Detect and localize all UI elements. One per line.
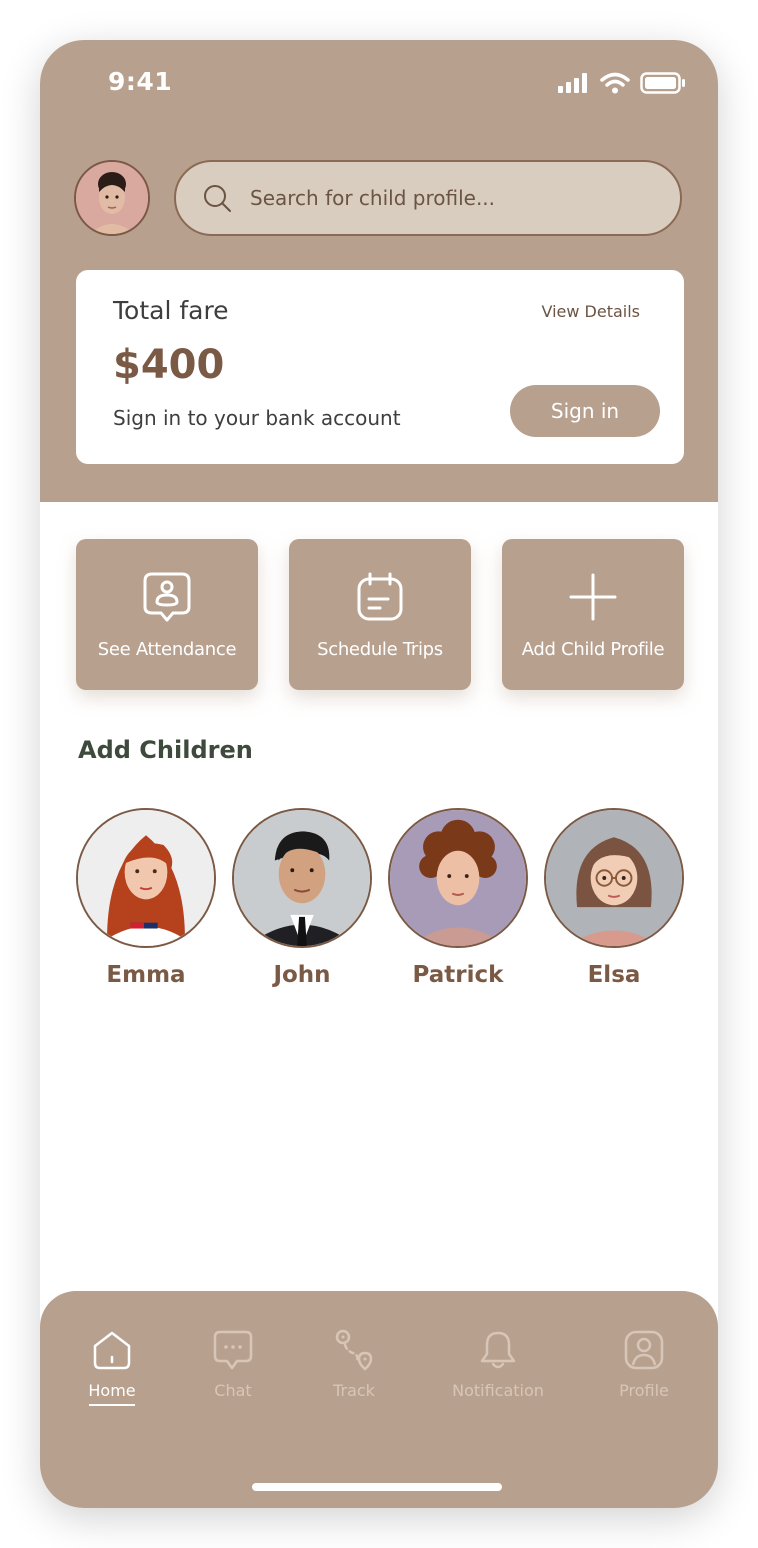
add-children-title: Add Children <box>78 736 253 764</box>
status-time: 9:41 <box>108 67 173 96</box>
home-icon <box>93 1331 131 1370</box>
home-indicator <box>252 1483 502 1491</box>
add-child-profile-label: Add Child Profile <box>521 639 665 660</box>
tab-home[interactable]: Home <box>86 1329 138 1406</box>
tab-profile-label: Profile <box>619 1381 669 1400</box>
bottom-tab-bar: Home Chat Track Notification Profile <box>40 1291 718 1508</box>
attendance-badge-icon <box>143 572 191 622</box>
see-attendance-label: See Attendance <box>97 639 237 660</box>
sign-in-button[interactable]: Sign in <box>510 385 660 437</box>
user-avatar[interactable] <box>74 160 150 236</box>
calendar-icon <box>357 572 403 621</box>
add-child-profile-button[interactable]: Add Child Profile <box>502 539 684 690</box>
phone-frame: 9:41 Search for child profile... Total f… <box>40 40 718 1508</box>
tab-notification-label: Notification <box>452 1381 544 1400</box>
search-input[interactable] <box>250 186 650 210</box>
child-name-patrick: Patrick <box>412 962 504 988</box>
tab-home-active-indicator <box>89 1404 135 1406</box>
plus-icon <box>569 573 617 621</box>
search-icon <box>204 185 231 212</box>
tab-home-label: Home <box>88 1381 136 1400</box>
child-card-patrick[interactable]: Patrick <box>388 808 528 988</box>
signal-icon <box>558 73 587 93</box>
header: 9:41 Search for child profile... Total f… <box>40 40 718 502</box>
child-name-emma: Emma <box>106 962 186 988</box>
schedule-trips-label: Schedule Trips <box>317 639 443 660</box>
chat-icon <box>213 1330 253 1370</box>
wifi-icon <box>600 72 630 94</box>
fare-amount: $400 <box>113 342 225 388</box>
tab-notification[interactable]: Notification <box>450 1329 546 1400</box>
status-icons <box>558 72 686 94</box>
tab-track[interactable]: Track <box>328 1329 380 1400</box>
see-attendance-button[interactable]: See Attendance <box>76 539 258 690</box>
tab-chat[interactable]: Chat <box>208 1329 258 1400</box>
fare-subtitle: Sign in to your bank account <box>113 406 401 430</box>
fare-card: Total fare View Details $400 Sign in to … <box>76 270 684 464</box>
child-photo-emma <box>76 808 216 948</box>
tab-profile[interactable]: Profile <box>616 1329 672 1400</box>
search-bar[interactable] <box>174 160 682 236</box>
child-photo-patrick <box>388 808 528 948</box>
route-icon <box>335 1329 373 1371</box>
child-card-elsa[interactable]: Elsa <box>544 808 684 988</box>
view-details-link[interactable]: View Details <box>541 302 640 321</box>
user-avatar-image <box>76 162 148 234</box>
tab-chat-label: Chat <box>214 1381 252 1400</box>
child-name-elsa: Elsa <box>587 962 641 988</box>
child-photo-john <box>232 808 372 948</box>
schedule-trips-button[interactable]: Schedule Trips <box>289 539 471 690</box>
child-name-john: John <box>273 962 331 988</box>
battery-icon <box>640 72 685 94</box>
child-card-emma[interactable]: Emma <box>76 808 216 988</box>
bell-icon <box>480 1331 516 1369</box>
child-card-john[interactable]: John <box>232 808 372 988</box>
tab-track-label: Track <box>333 1381 375 1400</box>
child-photo-elsa <box>544 808 684 948</box>
profile-icon <box>624 1330 664 1370</box>
fare-label: Total fare <box>113 296 229 325</box>
